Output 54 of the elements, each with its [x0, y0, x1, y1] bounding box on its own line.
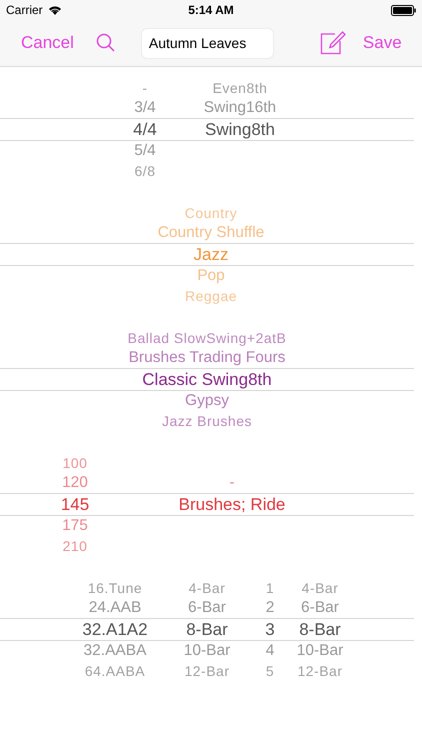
cancel-button[interactable]: Cancel [21, 30, 74, 56]
picker-option[interactable]: Pop [197, 268, 225, 284]
picker-option[interactable]: 8-Bar [186, 621, 228, 638]
picker-option[interactable]: Country [184, 206, 238, 220]
picker-option[interactable]: - [142, 81, 148, 95]
picker-option[interactable]: Ballad SlowSwing+2atB [128, 331, 286, 345]
picker-option[interactable]: Brushes Trading Fours [128, 350, 286, 366]
picker-option[interactable]: - [229, 475, 235, 491]
picker-option[interactable]: 120 [62, 475, 88, 491]
picker-option[interactable]: 5 [266, 664, 274, 678]
edit-icon[interactable] [320, 31, 346, 55]
picker-option[interactable]: 10-Bar [184, 643, 230, 659]
picker-option[interactable]: 145 [60, 496, 90, 513]
picker-option[interactable]: 210 [62, 539, 88, 553]
clock-time: 5:14 AM [188, 2, 234, 19]
picker-option[interactable]: Swing16th [204, 100, 276, 116]
picker-option[interactable]: Jazz [194, 246, 228, 263]
picker-option[interactable]: 6-Bar [188, 600, 226, 616]
picker-option[interactable]: 10-Bar [296, 643, 344, 659]
picker-option[interactable]: 6-Bar [301, 600, 339, 616]
picker-option[interactable]: 8-Bar [299, 621, 341, 638]
picker-option[interactable]: Jazz Brushes [162, 414, 252, 428]
picker-option[interactable]: 12-Bar [184, 664, 230, 678]
search-icon[interactable] [96, 33, 116, 53]
picker-option[interactable]: 32.A1A2 [82, 621, 148, 638]
picker-option[interactable]: 100 [62, 456, 88, 470]
picker-option[interactable]: Country Shuffle [158, 225, 264, 241]
picker-option[interactable]: Classic Swing8th [142, 371, 272, 388]
battery-icon [391, 4, 416, 16]
picker-option[interactable]: Brushes; Ride [178, 496, 286, 513]
picker-option[interactable]: 16.Tune [88, 581, 142, 595]
search-field[interactable]: Autumn Leaves [140, 28, 274, 58]
wifi-icon [48, 5, 62, 15]
picker-option[interactable]: Even8th [212, 81, 268, 95]
picker-option[interactable]: Swing8th [205, 121, 275, 138]
carrier-label: Carrier [6, 2, 43, 19]
picker-option[interactable]: 24.AAB [88, 600, 142, 616]
picker-option[interactable]: 4 [266, 643, 274, 659]
picker-option[interactable]: Reggae [184, 289, 238, 303]
save-button[interactable]: Save [362, 30, 402, 56]
picker-option[interactable]: 32.AABA [84, 643, 146, 659]
picker-option[interactable]: 5/4 [134, 143, 156, 159]
picker-option[interactable]: 175 [62, 518, 88, 534]
picker-option[interactable]: 6/8 [134, 164, 156, 178]
picker-option[interactable]: 2 [266, 600, 274, 616]
picker-option[interactable]: 12-Bar [297, 664, 343, 678]
picker-option[interactable]: 64.AABA [84, 664, 146, 678]
picker-option[interactable]: 3/4 [134, 100, 156, 116]
picker-option[interactable]: 4-Bar [188, 581, 226, 595]
picker-option[interactable]: 4/4 [133, 121, 157, 138]
picker-option[interactable]: 1 [266, 581, 274, 595]
picker-option[interactable]: 3 [265, 621, 275, 638]
picker-option[interactable]: Gypsy [185, 393, 229, 409]
picker-option[interactable]: 4-Bar [302, 581, 338, 595]
